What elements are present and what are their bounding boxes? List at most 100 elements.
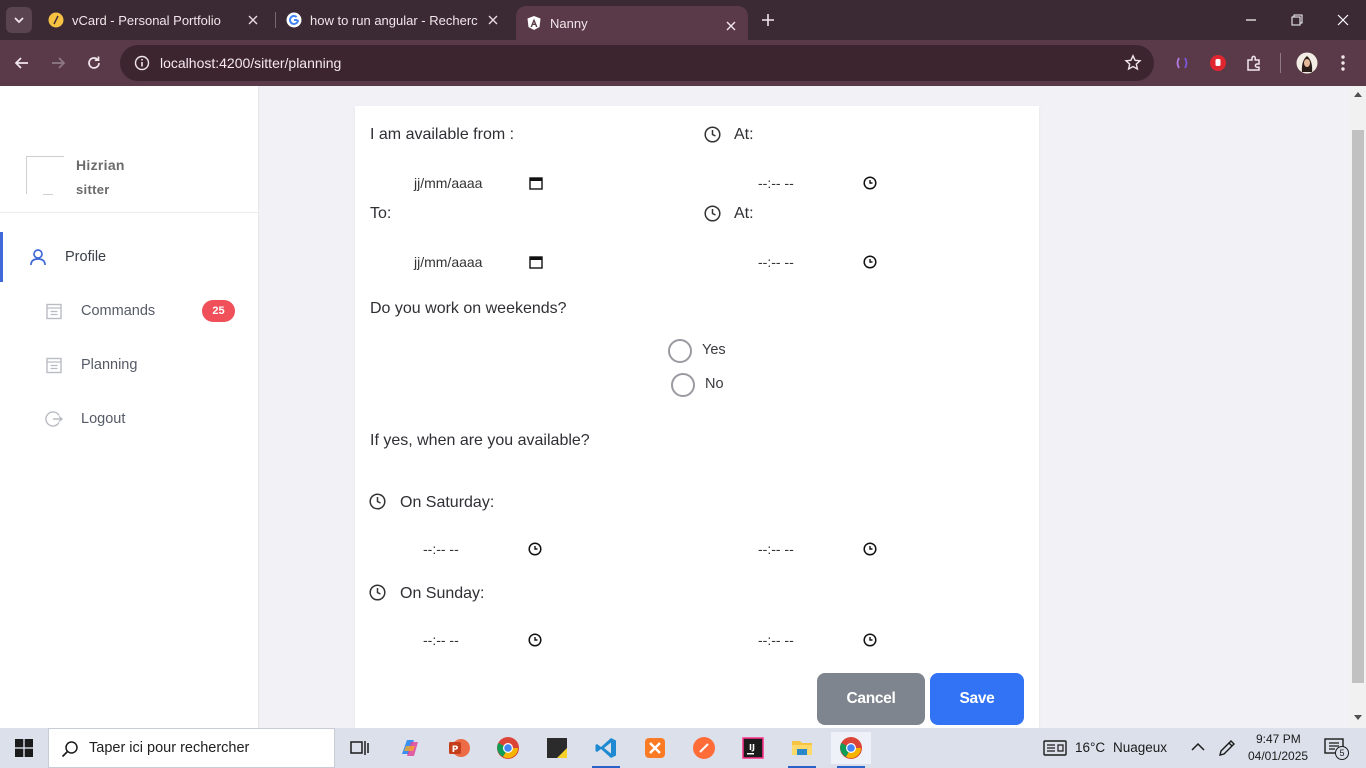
clock-icon bbox=[369, 493, 386, 510]
tab-google-search[interactable]: how to run angular - Recherche bbox=[278, 0, 510, 40]
pen-icon[interactable] bbox=[1217, 738, 1237, 758]
sidebar-item-planning[interactable]: Planning bbox=[0, 340, 259, 390]
reload-button[interactable] bbox=[82, 51, 106, 75]
address-bar[interactable]: localhost:4200/sitter/planning bbox=[120, 45, 1154, 81]
new-tab-button[interactable] bbox=[758, 10, 778, 30]
time-placeholder: --:-- -- bbox=[423, 632, 459, 648]
restore-icon bbox=[1291, 14, 1303, 26]
profile-avatar-icon[interactable] bbox=[1296, 52, 1318, 74]
date-placeholder: jj/mm/aaaa bbox=[414, 175, 483, 191]
time-picker-icon[interactable] bbox=[528, 633, 542, 647]
svg-text:P: P bbox=[452, 745, 459, 755]
intellij-app[interactable]: IJ bbox=[733, 732, 773, 764]
weekends-yes-radio[interactable] bbox=[668, 339, 692, 363]
from-time-input[interactable]: --:-- -- bbox=[758, 170, 882, 196]
extension-icon[interactable] bbox=[1171, 52, 1193, 74]
time-picker-icon[interactable] bbox=[863, 176, 877, 190]
browser-tab-bar: vCard - Personal Portfolio how to run an… bbox=[0, 0, 1366, 40]
powerpoint-app[interactable]: P bbox=[439, 732, 479, 764]
chevron-up-icon[interactable] bbox=[1191, 742, 1205, 752]
chrome-app[interactable] bbox=[488, 732, 528, 764]
sidebar-item-commands[interactable]: Commands 25 bbox=[0, 286, 259, 336]
xampp-app[interactable] bbox=[635, 732, 675, 764]
tab-search-button[interactable] bbox=[6, 7, 32, 33]
menu-kebab-icon[interactable] bbox=[1332, 52, 1354, 74]
copilot-app[interactable] bbox=[390, 732, 430, 764]
sunday-start-time-input[interactable]: --:-- -- bbox=[423, 627, 547, 653]
close-icon[interactable] bbox=[486, 13, 500, 27]
weekends-no-label[interactable]: No bbox=[705, 376, 724, 392]
tab-title: vCard - Personal Portfolio bbox=[72, 12, 221, 28]
browser-toolbar: localhost:4200/sitter/planning bbox=[0, 40, 1366, 86]
taskbar-search-box[interactable]: Taper ici pour rechercher bbox=[48, 728, 335, 768]
from-date-input[interactable]: jj/mm/aaaa bbox=[413, 170, 548, 196]
time-picker-icon[interactable] bbox=[863, 542, 877, 556]
to-label: To: bbox=[370, 205, 392, 222]
if-yes-question: If yes, when are you available? bbox=[370, 432, 590, 449]
forward-button[interactable] bbox=[46, 51, 70, 75]
sunday-label: On Sunday: bbox=[400, 585, 485, 602]
taskbar-time[interactable]: 9:47 PM bbox=[1256, 732, 1301, 746]
tab-vcard[interactable]: vCard - Personal Portfolio bbox=[40, 0, 270, 40]
sidebar-item-profile[interactable]: Profile bbox=[0, 232, 259, 282]
start-button[interactable] bbox=[0, 728, 48, 768]
scroll-up-arrow-icon[interactable] bbox=[1353, 90, 1363, 98]
task-view-button[interactable] bbox=[340, 732, 380, 764]
task-view-icon bbox=[350, 741, 369, 755]
toolbar-divider bbox=[1280, 53, 1281, 73]
angular-favicon-icon bbox=[526, 15, 542, 31]
vscode-app[interactable] bbox=[586, 732, 626, 768]
time-placeholder: --:-- -- bbox=[423, 541, 459, 557]
time-picker-icon[interactable] bbox=[528, 542, 542, 556]
user-profile-block: Hizrian sitter bbox=[0, 86, 259, 213]
time-placeholder: --:-- -- bbox=[758, 541, 794, 557]
user-name: Hizrian bbox=[76, 157, 125, 173]
notes-app[interactable] bbox=[537, 732, 577, 764]
extensions-puzzle-icon[interactable] bbox=[1243, 52, 1265, 74]
folder-icon bbox=[792, 741, 812, 755]
weekends-question: Do you work on weekends? bbox=[370, 300, 567, 317]
back-button[interactable] bbox=[10, 51, 34, 75]
time-picker-icon[interactable] bbox=[863, 255, 877, 269]
cancel-button[interactable]: Cancel bbox=[817, 673, 925, 725]
weather-widget-icon[interactable] bbox=[1043, 740, 1067, 756]
time-picker-icon[interactable] bbox=[863, 633, 877, 647]
notification-center-button[interactable]: 5 bbox=[1324, 738, 1349, 760]
close-window-button[interactable] bbox=[1320, 0, 1366, 40]
postman-app[interactable] bbox=[684, 732, 724, 764]
minimize-button[interactable] bbox=[1228, 0, 1274, 40]
saturday-label: On Saturday: bbox=[400, 494, 495, 511]
sidebar-item-logout[interactable]: Logout bbox=[0, 394, 259, 444]
scroll-down-arrow-icon[interactable] bbox=[1353, 714, 1363, 722]
powerpoint-icon: P bbox=[449, 739, 470, 757]
adblock-hand-icon[interactable] bbox=[1207, 52, 1229, 74]
to-time-input[interactable]: --:-- -- bbox=[758, 249, 882, 275]
close-icon[interactable] bbox=[246, 13, 260, 27]
scrollbar-thumb[interactable] bbox=[1352, 130, 1364, 683]
sidebar-item-label: Planning bbox=[81, 357, 138, 373]
chrome-app-active[interactable] bbox=[831, 732, 871, 768]
url-text[interactable]: localhost:4200/sitter/planning bbox=[160, 55, 341, 71]
close-icon[interactable] bbox=[724, 19, 738, 33]
weekends-no-radio[interactable] bbox=[671, 373, 695, 397]
calendar-picker-icon[interactable] bbox=[529, 255, 543, 269]
chrome-icon bbox=[840, 737, 862, 759]
file-explorer-app[interactable] bbox=[782, 732, 822, 768]
taskbar-date[interactable]: 04/01/2025 bbox=[1248, 749, 1308, 763]
weather-temperature[interactable]: 16°C bbox=[1075, 740, 1105, 755]
saturday-end-time-input[interactable]: --:-- -- bbox=[758, 536, 882, 562]
weather-description[interactable]: Nuageux bbox=[1113, 740, 1167, 755]
available-from-label: I am available from : bbox=[370, 126, 515, 143]
saturday-start-time-input[interactable]: --:-- -- bbox=[423, 536, 547, 562]
site-info-icon[interactable] bbox=[124, 55, 160, 71]
tab-title: how to run angular - Recherche bbox=[310, 12, 478, 28]
calendar-picker-icon[interactable] bbox=[529, 176, 543, 190]
page-scrollbar[interactable] bbox=[1350, 86, 1366, 728]
save-button[interactable]: Save bbox=[930, 673, 1024, 725]
bookmark-star-icon[interactable] bbox=[1124, 54, 1142, 77]
to-date-input[interactable]: jj/mm/aaaa bbox=[413, 249, 548, 275]
restore-button[interactable] bbox=[1274, 0, 1320, 40]
sunday-end-time-input[interactable]: --:-- -- bbox=[758, 627, 882, 653]
weekends-yes-label[interactable]: Yes bbox=[702, 342, 726, 358]
tab-nanny[interactable]: Nanny bbox=[516, 6, 748, 40]
